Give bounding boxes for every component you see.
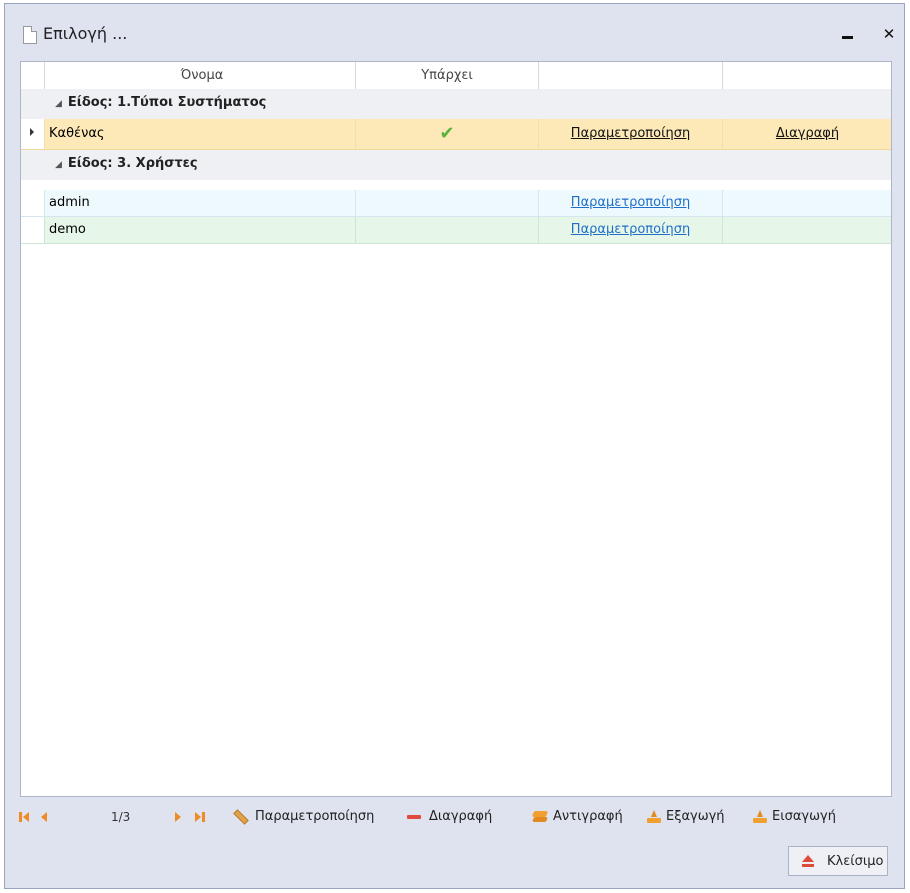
cell-edit[interactable]: Παραμετροποίηση <box>539 119 723 149</box>
row-indicator <box>21 217 45 243</box>
group-label: Είδος: 1.Τύποι Συστήματος <box>67 95 267 110</box>
delete-button-label: Διαγραφή <box>429 809 493 824</box>
data-grid[interactable]: Όνομα Υπάρχει ◢ Είδος: 1.Τύποι Συστήματος… <box>20 61 892 797</box>
export-button[interactable]: Εξαγωγή <box>647 807 725 827</box>
delete-button[interactable]: Διαγραφή <box>407 807 492 827</box>
indicator-header <box>21 62 45 89</box>
close-button-label: Κλείσιμο <box>827 854 884 869</box>
cell-exists[interactable]: ✔ <box>356 119 539 149</box>
edit-link[interactable]: Παραμετροποίηση <box>571 195 690 210</box>
dialog-window: Επιλογή ... ✕ Όνομα Υπάρχει ◢ Είδος: 1.Τύ… <box>4 3 905 889</box>
edit-link[interactable]: Παραμετροποίηση <box>571 126 690 141</box>
cell-exists[interactable] <box>356 217 539 243</box>
copy-button-label: Αντιγραφή <box>553 809 623 824</box>
cell-name[interactable]: Καθένας <box>45 119 356 149</box>
cell-name[interactable]: demo <box>45 217 356 243</box>
delete-link[interactable]: Διαγραφή <box>776 126 839 141</box>
minus-icon <box>407 814 421 819</box>
edit-button[interactable]: Παραμετροποίηση <box>233 807 374 827</box>
edit-link[interactable]: Παραμετροποίηση <box>571 222 690 237</box>
table-row[interactable]: demo Παραμετροποίηση <box>21 217 891 244</box>
import-button[interactable]: Εισαγωγή <box>753 807 836 827</box>
row-indicator <box>21 190 45 216</box>
first-bar-icon <box>19 812 22 822</box>
pencil-icon <box>233 808 249 825</box>
last-bar-icon <box>202 812 205 822</box>
checkmark-icon: ✔ <box>439 123 455 144</box>
copy-button[interactable]: Αντιγραφή <box>533 807 623 827</box>
export-icon <box>647 810 661 823</box>
layers-icon <box>533 811 547 823</box>
grid-header: Όνομα Υπάρχει <box>21 62 891 90</box>
close-button[interactable]: Κλείσιμο <box>788 846 888 876</box>
column-header-delete[interactable] <box>723 62 891 89</box>
current-row-arrow-icon <box>30 128 34 136</box>
cell-delete[interactable]: Διαγραφή <box>723 119 891 149</box>
import-button-label: Εισαγωγή <box>772 809 836 824</box>
first-record-icon <box>23 812 29 822</box>
export-button-label: Εξαγωγή <box>666 809 725 824</box>
row-indicator <box>21 119 45 149</box>
cell-delete[interactable] <box>723 190 891 216</box>
cell-edit[interactable]: Παραμετροποίηση <box>539 217 723 243</box>
close-window-button[interactable]: ✕ <box>877 22 901 46</box>
group-row[interactable]: ◢ Είδος: 1.Τύποι Συστήματος <box>21 89 891 119</box>
column-header-exists[interactable]: Υπάρχει <box>356 62 539 89</box>
table-row[interactable]: Καθένας ✔ Παραμετροποίηση Διαγραφή <box>21 119 891 150</box>
table-row[interactable]: admin Παραμετροποίηση <box>21 190 891 217</box>
cell-exists[interactable] <box>356 190 539 216</box>
cell-delete[interactable] <box>723 217 891 243</box>
collapse-triangle-icon[interactable]: ◢ <box>55 99 62 109</box>
minimize-icon <box>841 36 853 39</box>
next-record-button[interactable] <box>175 812 181 822</box>
collapse-triangle-icon[interactable]: ◢ <box>55 160 62 170</box>
last-record-icon <box>195 812 201 822</box>
cell-name[interactable]: admin <box>45 190 356 216</box>
group-header: ◢ Είδος: 3. Χρήστες <box>55 150 198 179</box>
window-title: Επιλογή ... <box>43 24 128 43</box>
column-header-name[interactable]: Όνομα <box>45 62 356 89</box>
column-header-edit[interactable] <box>539 62 723 89</box>
minimize-button[interactable] <box>835 22 859 46</box>
edit-button-label: Παραμετροποίηση <box>255 809 375 824</box>
eject-icon <box>801 855 815 867</box>
previous-record-button[interactable] <box>41 812 47 822</box>
data-navigator: 1/3 Παραμετροποίηση Διαγραφή Αντιγραφή Ε… <box>5 799 904 833</box>
group-row[interactable]: ◢ Είδος: 3. Χρήστες <box>21 150 891 180</box>
close-icon: ✕ <box>882 25 896 43</box>
group-label: Είδος: 3. Χρήστες <box>67 156 198 171</box>
document-icon <box>23 26 37 44</box>
group-header: ◢ Είδος: 1.Τύποι Συστήματος <box>55 89 266 118</box>
import-icon <box>753 810 767 823</box>
title-bar[interactable]: Επιλογή ... ✕ <box>5 4 904 56</box>
cell-edit[interactable]: Παραμετροποίηση <box>539 190 723 216</box>
page-indicator: 1/3 <box>111 810 131 824</box>
